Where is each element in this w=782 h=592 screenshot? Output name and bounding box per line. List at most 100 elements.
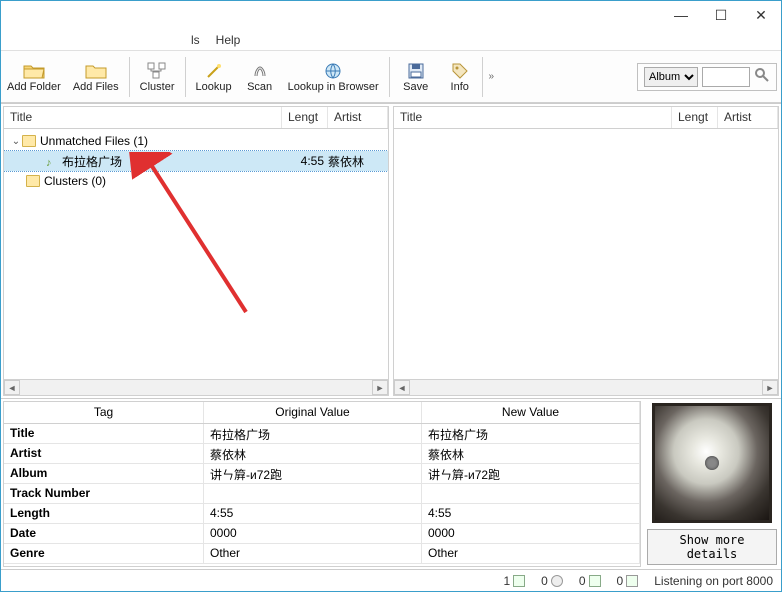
expander-icon[interactable]: ⌄ <box>10 136 22 147</box>
panes: Title Lengt Artist ⌄ Unmatched Files (1)… <box>1 103 781 398</box>
new-value: 蔡依林 <box>422 444 640 463</box>
separator <box>129 57 130 97</box>
add-folder-button[interactable]: Add Folder <box>1 53 67 101</box>
table-row[interactable]: Album讲ㄣ簈-и72跑讲ㄣ簈-и72跑 <box>4 464 640 484</box>
table-row[interactable]: Track Number <box>4 484 640 504</box>
tag-name: Album <box>4 464 204 483</box>
col-length[interactable]: Lengt <box>282 107 328 128</box>
menu-tools[interactable]: ls <box>191 33 200 47</box>
scan-label: Scan <box>247 81 272 93</box>
original-value: 4:55 <box>204 504 422 523</box>
left-pane: Title Lengt Artist ⌄ Unmatched Files (1)… <box>3 106 389 396</box>
save-icon <box>404 61 428 81</box>
right-pane: Title Lengt Artist ◄ ► <box>393 106 779 396</box>
track-artist: 蔡依林 <box>328 153 388 170</box>
new-value <box>422 484 640 503</box>
grid-header: Tag Original Value New Value <box>4 402 640 424</box>
add-files-button[interactable]: Add Files <box>67 53 125 101</box>
lookup-browser-button[interactable]: Lookup in Browser <box>282 53 385 101</box>
status-download-icon <box>626 575 638 587</box>
metadata-panel: Tag Original Value New Value Title布拉格广场布… <box>1 398 781 569</box>
tag-name: Date <box>4 524 204 543</box>
scroll-track[interactable] <box>20 380 372 395</box>
col-new[interactable]: New Value <box>422 402 640 423</box>
h-scrollbar[interactable]: ◄ ► <box>394 379 778 395</box>
cluster-button[interactable]: Cluster <box>134 53 181 101</box>
minimize-button[interactable]: — <box>661 1 701 29</box>
new-value: 布拉格广场 <box>422 424 640 443</box>
lookup-browser-label: Lookup in Browser <box>288 81 379 93</box>
right-tree[interactable] <box>394 129 778 379</box>
table-row[interactable]: Artist蔡依林蔡依林 <box>4 444 640 464</box>
status-count-3: 0 <box>579 574 601 588</box>
scan-button[interactable]: Scan <box>238 53 282 101</box>
tag-name: Genre <box>4 544 204 563</box>
folder-icon <box>84 61 108 81</box>
search-mode-select[interactable]: Album <box>644 67 698 87</box>
col-original[interactable]: Original Value <box>204 402 422 423</box>
table-row[interactable]: Date00000000 <box>4 524 640 544</box>
col-artist[interactable]: Artist <box>718 107 778 128</box>
scroll-left-icon[interactable]: ◄ <box>4 380 20 395</box>
save-button[interactable]: Save <box>394 53 438 101</box>
lookup-button[interactable]: Lookup <box>190 53 238 101</box>
show-more-details-button[interactable]: Show more details <box>647 529 777 565</box>
tag-icon <box>448 61 472 81</box>
cover-panel: Show more details <box>647 403 777 565</box>
info-button[interactable]: Info <box>438 53 482 101</box>
lookup-label: Lookup <box>196 81 232 93</box>
maximize-button[interactable]: ☐ <box>701 1 741 29</box>
left-tree[interactable]: ⌄ Unmatched Files (1) 布拉格广场 4:55 蔡依林 Clu… <box>4 129 388 379</box>
status-file-icon <box>513 575 525 587</box>
tag-name: Artist <box>4 444 204 463</box>
scroll-left-icon[interactable]: ◄ <box>394 380 410 395</box>
track-title: 布拉格广场 <box>62 153 282 170</box>
cluster-label: Cluster <box>140 81 175 93</box>
tag-name: Length <box>4 504 204 523</box>
status-count-4: 0 <box>617 574 639 588</box>
table-row[interactable]: Title布拉格广场布拉格广场 <box>4 424 640 444</box>
new-value: 4:55 <box>422 504 640 523</box>
col-title[interactable]: Title <box>394 107 672 128</box>
original-value <box>204 484 422 503</box>
add-files-label: Add Files <box>73 81 119 93</box>
search-box: Album <box>637 63 777 91</box>
status-disc-icon <box>551 575 563 587</box>
h-scrollbar[interactable]: ◄ ► <box>4 379 388 395</box>
new-value: 讲ㄣ簈-и72跑 <box>422 464 640 483</box>
col-artist[interactable]: Artist <box>328 107 388 128</box>
status-count-1: 1 <box>503 574 525 588</box>
left-columns: Title Lengt Artist <box>4 107 388 129</box>
tag-name: Title <box>4 424 204 443</box>
clusters-label: Clusters (0) <box>44 174 388 188</box>
unmatched-label: Unmatched Files (1) <box>40 134 388 148</box>
wand-icon <box>202 61 226 81</box>
table-row[interactable]: Length4:554:55 <box>4 504 640 524</box>
separator <box>389 57 390 97</box>
original-value: 布拉格广场 <box>204 424 422 443</box>
table-row[interactable]: GenreOtherOther <box>4 544 640 564</box>
scroll-right-icon[interactable]: ► <box>372 380 388 395</box>
toolbar-overflow[interactable]: » <box>482 57 500 97</box>
original-value: 讲ㄣ簈-и72跑 <box>204 464 422 483</box>
close-button[interactable]: ✕ <box>741 1 781 29</box>
scroll-track[interactable] <box>410 380 762 395</box>
scroll-right-icon[interactable]: ► <box>762 380 778 395</box>
status-count-2: 0 <box>541 574 563 588</box>
cluster-icon <box>145 61 169 81</box>
tree-unmatched[interactable]: ⌄ Unmatched Files (1) <box>4 131 388 151</box>
save-label: Save <box>403 81 428 93</box>
separator <box>185 57 186 97</box>
col-title[interactable]: Title <box>4 107 282 128</box>
cover-art[interactable] <box>652 403 772 523</box>
folder-open-icon <box>22 61 46 81</box>
titlebar: — ☐ ✕ <box>1 1 781 29</box>
folder-icon <box>26 175 40 187</box>
search-input[interactable] <box>702 67 750 87</box>
col-length[interactable]: Lengt <box>672 107 718 128</box>
col-tag[interactable]: Tag <box>4 402 204 423</box>
menu-help[interactable]: Help <box>216 33 241 47</box>
search-icon[interactable] <box>754 67 770 86</box>
tree-track-selected[interactable]: 布拉格广场 4:55 蔡依林 <box>4 151 388 171</box>
tree-clusters[interactable]: Clusters (0) <box>4 171 388 191</box>
